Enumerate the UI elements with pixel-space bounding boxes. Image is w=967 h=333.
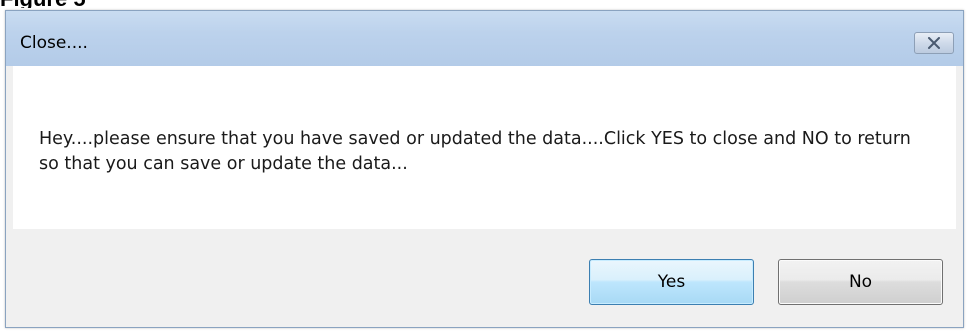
- dialog-titlebar[interactable]: Close....: [6, 11, 963, 66]
- dialog-content: Hey....please ensure that you have saved…: [13, 66, 956, 229]
- dialog-title: Close....: [20, 33, 88, 53]
- figure-label: Figure 5: [0, 0, 86, 8]
- dialog-message: Hey....please ensure that you have saved…: [39, 129, 911, 174]
- figure-label-text: Figure 5: [0, 0, 86, 8]
- dialog-button-area: Yes No: [13, 229, 956, 322]
- close-dialog: Close.... Hey....please ensure that you …: [5, 10, 964, 328]
- close-x-icon: [927, 37, 941, 49]
- close-button[interactable]: [914, 32, 954, 54]
- no-button[interactable]: No: [778, 259, 943, 305]
- yes-button[interactable]: Yes: [589, 259, 754, 305]
